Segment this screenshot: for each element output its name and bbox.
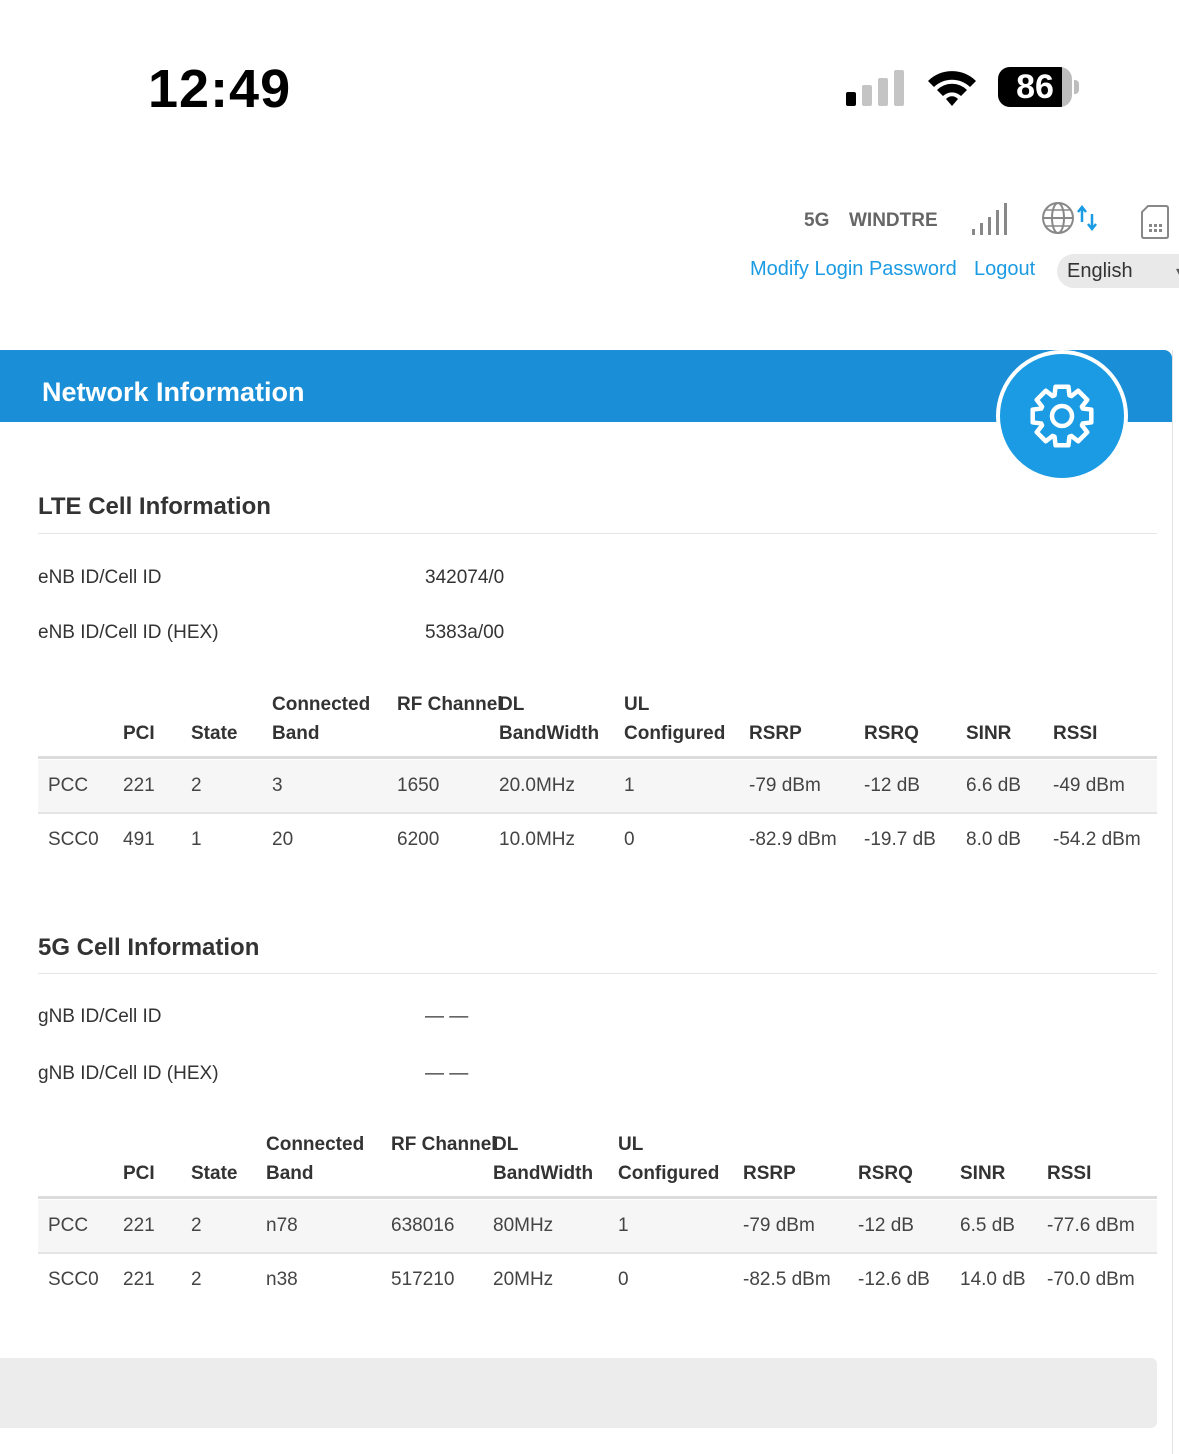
cell-sinr: 6.6 dB: [966, 775, 1021, 796]
battery-percent: 86: [1016, 68, 1054, 106]
ios-status-bar: 12:49 86: [0, 0, 1179, 150]
header-rsrp: RSRP: [743, 1163, 796, 1184]
header-dl-bandwidth: DL BandWidth: [499, 694, 600, 744]
cell-connected-band: n38: [266, 1269, 298, 1290]
modify-login-password-link[interactable]: Modify Login Password: [750, 258, 957, 281]
language-selected: English: [1067, 260, 1133, 282]
table-header-divider: [38, 1196, 1157, 1199]
gnb-cell-id-hex-label: gNB ID/Cell ID (HEX): [38, 1063, 219, 1084]
cell-rsrp: -79 dBm: [749, 775, 821, 796]
cell-pci: 221: [123, 775, 155, 796]
nr-section-title: 5G Cell Information: [38, 934, 260, 961]
cell-pci: 221: [123, 1215, 155, 1236]
cell-rsrq: -12 dB: [864, 775, 920, 796]
cell-rssi: -70.0 dBm: [1047, 1269, 1135, 1290]
cell-rf-channel: 517210: [391, 1269, 455, 1290]
enb-cell-id-value: 342074/0: [425, 567, 505, 588]
cell-ul-configured: 1: [624, 775, 635, 796]
table-header-divider: [38, 756, 1157, 759]
operator-name: WINDTRE: [849, 210, 938, 231]
lte-cell-table: PCI State Connected Band RF Channel DL BandW…: [38, 690, 1157, 860]
cell-pci: 491: [123, 829, 155, 850]
router-status-indicators: 5G WINDTRE: [0, 198, 1179, 242]
cell-row-label: SCC0: [48, 829, 99, 850]
logout-link[interactable]: Logout: [974, 258, 1035, 281]
cell-sinr: 6.5 dB: [960, 1215, 1015, 1236]
cell-rsrp: -79 dBm: [743, 1215, 815, 1236]
network-information-card: Network Information LTE Cell Information…: [0, 350, 1173, 1454]
gnb-cell-id-label: gNB ID/Cell ID: [38, 1006, 162, 1027]
enb-cell-id-hex-value: 5383a/00: [425, 622, 505, 643]
cell-pci: 221: [123, 1269, 155, 1290]
header-rf-channel: RF Channel: [391, 1134, 497, 1155]
cell-sinr: 14.0 dB: [960, 1269, 1026, 1290]
wifi-icon: [928, 71, 976, 106]
header-ul-configured: UL Configured: [624, 694, 726, 744]
cell-rssi: -49 dBm: [1053, 775, 1125, 796]
cell-row-label: PCC: [48, 1215, 89, 1236]
card-footer-bar: [0, 1358, 1157, 1428]
cell-ul-configured: 1: [618, 1215, 629, 1236]
table-row: PCC 221 2 n78 638016 80MHz 1 -79 dBm -12 dB 6.5 d…: [38, 1200, 1157, 1254]
cellular-signal-icon: [846, 70, 904, 106]
cell-rssi: -77.6 dBm: [1047, 1215, 1135, 1236]
cell-state: 1: [191, 829, 202, 850]
table-row: PCC 221 2 3 1650 20.0MHz 1 -79 dBm -12 dB 6.6 dB -…: [38, 760, 1157, 814]
cell-dl-bandwidth: 20.0MHz: [499, 775, 576, 796]
header-dl-bandwidth: DL BandWidth: [493, 1134, 594, 1184]
table-row: SCC0 221 2 n38 517210 20MHz 0 -82.5 dBm -12.6 dB…: [38, 1254, 1157, 1306]
cell-connected-band: 3: [272, 775, 283, 796]
card-title: Network Information: [42, 377, 305, 407]
enb-cell-id-label: eNB ID/Cell ID: [38, 567, 162, 588]
cell-ul-configured: 0: [624, 829, 635, 850]
header-ul-configured: UL Configured: [618, 1134, 720, 1184]
internet-connected-icon: [1042, 202, 1097, 234]
header-rssi: RSSI: [1053, 723, 1098, 744]
header-connected-band: Connected Band: [266, 1134, 365, 1184]
header-rf-channel: RF Channel: [397, 694, 503, 715]
sim-card-icon: [1141, 205, 1169, 239]
header-rsrp: RSRP: [749, 723, 802, 744]
cell-state: 2: [191, 1269, 202, 1290]
divider: [38, 973, 1157, 974]
gnb-cell-id-value: — —: [425, 1006, 469, 1027]
cell-rf-channel: 1650: [397, 775, 440, 796]
cell-connected-band: 20: [272, 829, 294, 850]
settings-button[interactable]: [996, 350, 1128, 482]
enb-cell-id-hex-label: eNB ID/Cell ID (HEX): [38, 622, 219, 643]
table-row: SCC0 491 1 20 6200 10.0MHz 0 -82.9 dBm -19.7 dB 8…: [38, 814, 1157, 866]
cell-sinr: 8.0 dB: [966, 829, 1021, 850]
cell-dl-bandwidth: 10.0MHz: [499, 829, 576, 850]
cell-rf-channel: 638016: [391, 1215, 455, 1236]
cell-connected-band: n78: [266, 1215, 298, 1236]
cell-rsrq: -12 dB: [858, 1215, 914, 1236]
cell-dl-bandwidth: 80MHz: [493, 1215, 554, 1236]
header-rssi: RSSI: [1047, 1163, 1092, 1184]
status-time: 12:49: [148, 59, 292, 119]
cell-rsrp: -82.5 dBm: [743, 1269, 831, 1290]
cell-rsrq: -19.7 dB: [864, 829, 936, 850]
cell-dl-bandwidth: 20MHz: [493, 1269, 554, 1290]
cell-rsrp: -82.9 dBm: [749, 829, 837, 850]
gnb-cell-id-hex-value: — —: [425, 1063, 469, 1084]
cell-rsrq: -12.6 dB: [858, 1269, 930, 1290]
battery-indicator: 86: [998, 67, 1082, 109]
header-links: Modify Login Password Logout English ▾: [0, 252, 1179, 292]
lte-section-title: LTE Cell Information: [38, 493, 271, 520]
cell-row-label: SCC0: [48, 1269, 99, 1290]
cell-row-label: PCC: [48, 775, 89, 796]
signal-strength-icon: [972, 203, 1007, 235]
language-select[interactable]: English ▾: [1057, 254, 1179, 288]
cell-ul-configured: 0: [618, 1269, 629, 1290]
divider: [38, 533, 1157, 534]
cell-rf-channel: 6200: [397, 829, 440, 850]
gear-icon: [1030, 384, 1094, 448]
cell-rssi: -54.2 dBm: [1053, 829, 1141, 850]
header-connected-band: Connected Band: [272, 694, 371, 744]
nr-cell-table: PCI State Connected Band RF Channel DL BandW…: [38, 1130, 1157, 1300]
cell-state: 2: [191, 775, 202, 796]
network-type: 5G: [804, 210, 830, 231]
cell-state: 2: [191, 1215, 202, 1236]
